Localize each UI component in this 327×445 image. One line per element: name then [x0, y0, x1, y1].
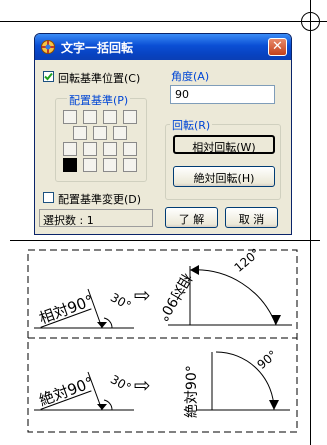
top-after-angle: 120° [232, 246, 263, 275]
top-after-text: 相対90° [154, 270, 194, 324]
top-before-example: 相対90° 30° [34, 288, 134, 329]
top-arrow-icon: ⇨ [134, 283, 151, 307]
top-before-text: 相対90° [37, 291, 96, 327]
rotation-example-diagram: 相対90° 30° ⇨ 相対90° 120° 絶対90° 30° ⇨ 絶対90°… [27, 246, 298, 433]
top-after-example: 相対90° 120° [154, 246, 292, 326]
bottom-after-example: 絶対90° 90° [184, 348, 290, 418]
top-before-angle: 30° [108, 290, 133, 313]
bottom-before-angle: 30° [108, 372, 133, 395]
bottom-before-example: 絶対90° 30° [34, 371, 134, 411]
bottom-after-text: 絶対90° [184, 365, 200, 418]
bottom-after-angle: 90° [254, 348, 279, 372]
bottom-before-text: 絶対90° [37, 373, 96, 409]
bottom-arrow-icon: ⇨ [134, 373, 151, 397]
